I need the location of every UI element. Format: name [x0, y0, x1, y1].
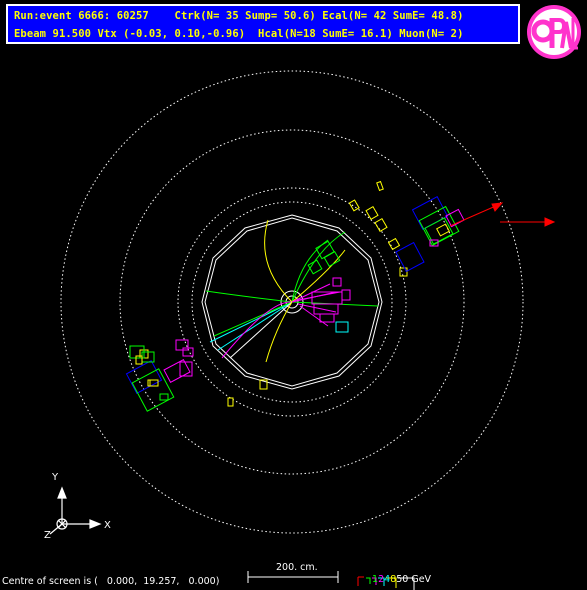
coordinate-axes	[49, 486, 102, 535]
y-axis-label: Y	[52, 472, 59, 483]
screen-centre-readout: Centre of screen is ( 0.000, 19.257, 0.0…	[2, 576, 220, 587]
energy-label-50: 50 GeV	[396, 574, 432, 585]
energy-scale-legend: 124850 GeV	[366, 563, 431, 585]
scale-bar-label: 200. cm.	[276, 562, 318, 573]
event-display	[49, 70, 556, 590]
z-axis-label: Z	[44, 530, 51, 541]
hcal-towers-right	[395, 196, 465, 273]
x-axis-label: X	[104, 520, 111, 531]
